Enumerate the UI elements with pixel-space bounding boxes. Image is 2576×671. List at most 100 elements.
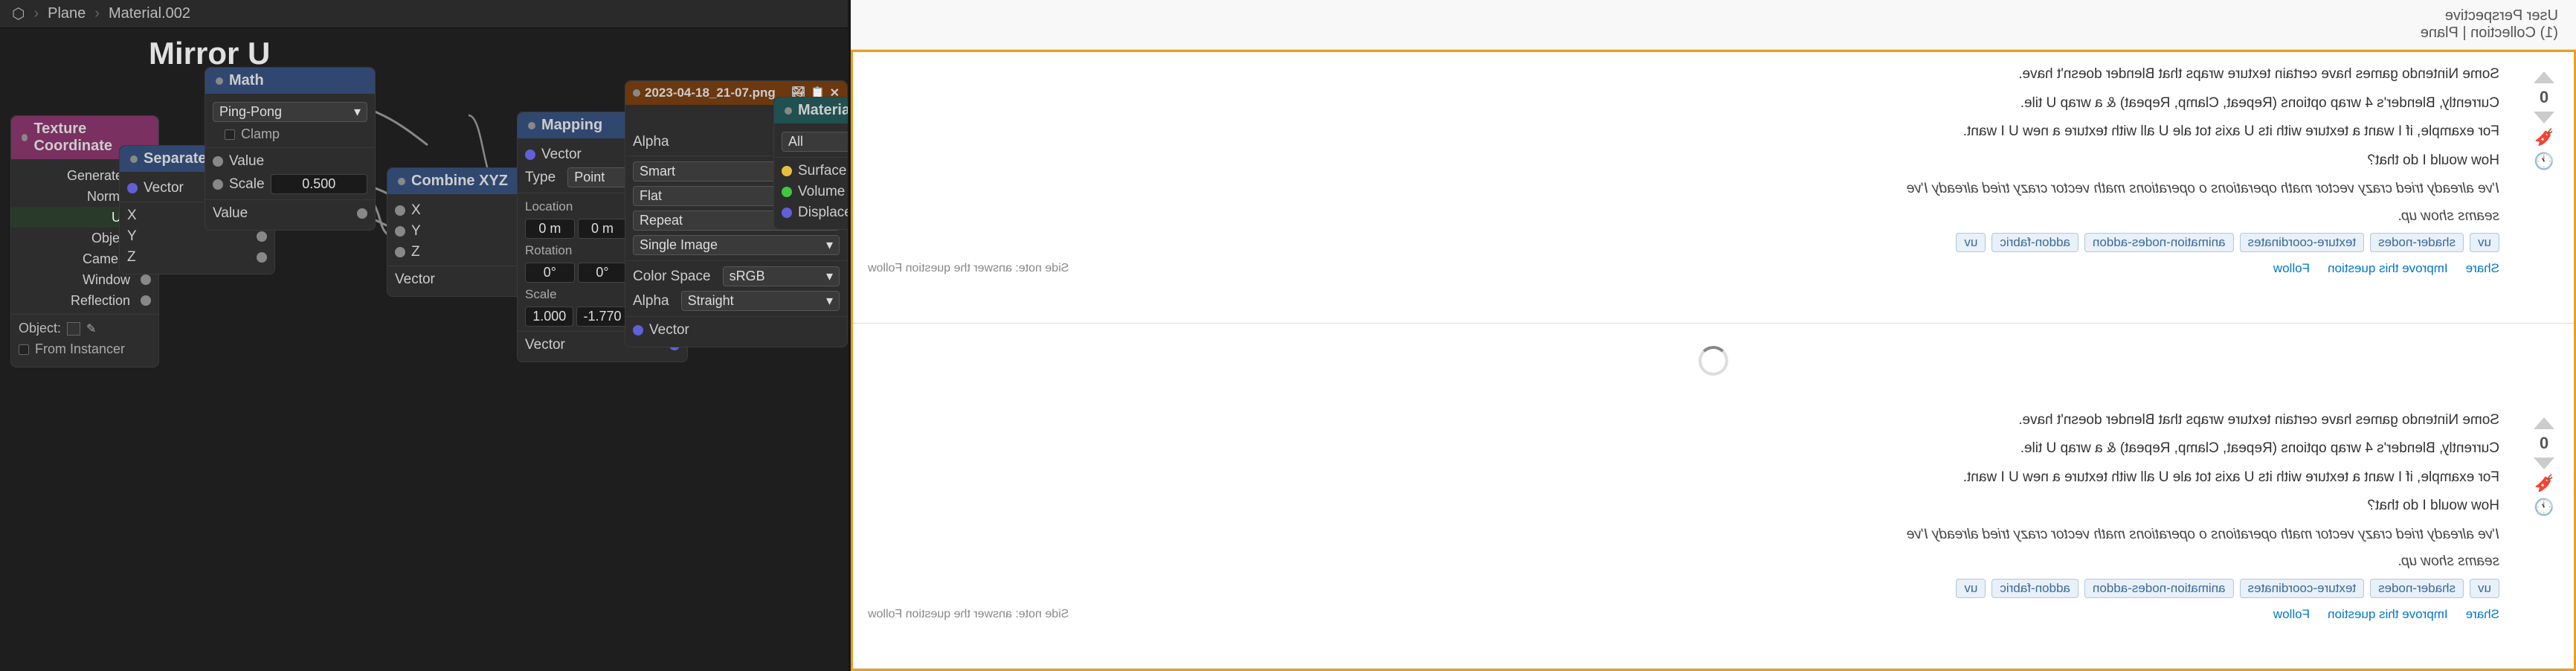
qa-side-note-2: Side note: answer the question Follow (868, 608, 1069, 621)
mapping-loc-y[interactable]: 0 m (578, 219, 628, 239)
mapping-rotation-label: Rotation (525, 243, 572, 258)
math-body: Ping-Pong ▾ Clamp Value Scale 0.500 Valu… (205, 94, 375, 230)
qa-text-1a: Some Nintendo games have certain texture… (868, 64, 2499, 86)
sep-xyz-collapse[interactable] (130, 155, 138, 163)
qa-share-2[interactable]: Share (2466, 607, 2499, 622)
tag-texcoord-1[interactable]: texture-coordinates (2240, 233, 2365, 252)
tc-window-label: Window (19, 272, 135, 288)
mapping-rot-y[interactable]: 0° (578, 263, 628, 283)
math-operation-dropdown[interactable]: Ping-Pong ▾ (213, 102, 367, 122)
mapping-collapse[interactable] (528, 122, 535, 129)
mat-out-displacement-label: Displacement (798, 205, 848, 221)
mapping-loc-x[interactable]: 0 m (525, 219, 575, 239)
tc-reflection-socket[interactable] (141, 295, 151, 306)
math-scale-socket[interactable] (213, 179, 223, 190)
tag-row-2: uv shader-nodes texture-coordinates anim… (868, 579, 2499, 598)
qa-share-1[interactable]: Share (2466, 261, 2499, 276)
tc-obj-swatch (67, 322, 80, 336)
qa-block-2: 0 🔖 🕐 Some Nintendo games have certain t… (853, 398, 2574, 670)
bookmark-icon-2[interactable]: 🔖 (2534, 474, 2554, 493)
qa-text-1c: For example, if I want a texture with it… (868, 121, 2499, 143)
tag-shader-2[interactable]: shader-nodes (2370, 579, 2464, 598)
img-tex-vector-socket[interactable] (633, 325, 643, 336)
tag-texcoord-2[interactable]: texture-coordinates (2240, 579, 2365, 598)
comb-xyz-z-label: Z (411, 244, 420, 260)
breadcrumb-plane[interactable]: Plane (48, 5, 86, 22)
comb-xyz-z-socket[interactable] (395, 247, 405, 257)
math-value-socket-in[interactable] (213, 156, 223, 167)
sep-xyz-vector-socket[interactable] (127, 183, 138, 193)
tag-uv-1[interactable]: uv (2470, 233, 2499, 252)
img-tex-collapse[interactable] (633, 89, 640, 97)
bookmark-icon-1[interactable]: 🔖 (2534, 128, 2554, 147)
qa-italic-1b: seams show up. (868, 206, 2499, 228)
math-value-out-socket[interactable] (357, 208, 367, 219)
math-clamp-checkbox[interactable] (225, 129, 235, 140)
qa-improve-2[interactable]: Improve this question (2328, 607, 2448, 622)
mat-out-collapse[interactable] (785, 107, 792, 115)
tc-obj-icon: ✎ (86, 321, 96, 336)
mat-out-surface-socket[interactable] (782, 166, 792, 176)
mapping-scale-y[interactable]: -1.770 (576, 306, 628, 327)
img-tex-alpha-dropdown[interactable]: Straight ▾ (681, 291, 840, 311)
forum-panel: User Perspective (1) Collection | Plane … (851, 0, 2576, 671)
mat-out-displacement-socket[interactable] (782, 208, 792, 218)
tc-normal-label: Normal (19, 189, 135, 205)
math-header[interactable]: Math (205, 68, 375, 94)
comb-xyz-title: Combine XYZ (411, 173, 508, 190)
breadcrumb-sep1: › (33, 5, 39, 22)
tc-camera-label: Camera (19, 251, 135, 267)
mat-out-target-dropdown[interactable]: All ▾ (782, 132, 848, 152)
math-collapse[interactable] (216, 77, 223, 85)
tag-addon-1[interactable]: addon-fabric (1991, 233, 2078, 252)
img-tex-single-label: Single Image (640, 237, 718, 253)
tag-addon-2[interactable]: addon-fabric (1991, 579, 2078, 598)
math-node[interactable]: Math Ping-Pong ▾ Clamp Value Scale 0. (205, 67, 376, 231)
vote-down-1[interactable] (2534, 112, 2554, 123)
img-tex-colorspace-dropdown[interactable]: sRGB ▾ (723, 266, 840, 286)
tag-uv2-1[interactable]: uv (1956, 233, 1986, 252)
math-scale-label: Scale (229, 176, 265, 193)
breadcrumb-material[interactable]: Material.002 (109, 5, 190, 22)
qa-text-2a: Some Nintendo games have certain texture… (868, 410, 2499, 431)
tag-anim-1[interactable]: animation-nodes-addon (2084, 233, 2234, 252)
comb-xyz-collapse[interactable] (398, 178, 405, 185)
comb-xyz-y-socket[interactable] (395, 226, 405, 237)
mat-out-target-label: All (788, 134, 803, 150)
tag-uv2-2[interactable]: uv (1956, 579, 1986, 598)
sep-xyz-vector-label: Vector (144, 180, 184, 196)
tc-collapse[interactable] (22, 134, 28, 141)
vote-up-2[interactable] (2534, 417, 2554, 429)
qa-text-1b: Currently, Blender's 4 wrap options (Rep… (868, 93, 2499, 115)
img-tex-title: 2023-04-18_21-07.png (645, 86, 776, 100)
mapping-rot-x[interactable]: 0° (525, 263, 575, 283)
math-value-out-label: Value (213, 205, 248, 222)
math-scale-value[interactable]: 0.500 (271, 174, 367, 194)
img-tex-colorspace-value: sRGB (730, 269, 765, 284)
mat-out-volume-socket[interactable] (782, 187, 792, 197)
mat-output-header[interactable]: Material Output (774, 97, 848, 123)
qa-follow-2[interactable]: Follow (2273, 607, 2310, 622)
tc-from-instancer-checkbox[interactable] (19, 344, 29, 355)
mapping-vector-socket-in[interactable] (525, 150, 535, 160)
tag-shader-1[interactable]: shader-nodes (2370, 233, 2464, 252)
breadcrumb-sep2: › (94, 5, 100, 22)
vote-down-2[interactable] (2534, 458, 2554, 469)
mapping-scale-x[interactable]: 1.000 (525, 306, 573, 327)
sep-xyz-z-socket[interactable] (257, 252, 267, 263)
comb-xyz-x-socket[interactable] (395, 205, 405, 216)
tag-uv-2[interactable]: uv (2470, 579, 2499, 598)
history-icon-2[interactable]: 🕐 (2534, 498, 2554, 517)
material-output-node[interactable]: Material Output All ▾ Surface Volume Dis… (773, 97, 848, 230)
tc-from-instancer-label: From Instancer (35, 341, 125, 357)
img-tex-single-dropdown[interactable]: Single Image ▾ (633, 235, 840, 255)
vote-up-1[interactable] (2534, 71, 2554, 83)
tag-anim-2[interactable]: animation-nodes-addon (2084, 579, 2234, 598)
tc-window-socket[interactable] (141, 274, 151, 285)
qa-side-note-1: Side note: answer the question Follow (868, 262, 1069, 275)
history-icon-1[interactable]: 🕐 (2534, 152, 2554, 171)
img-tex-single: Single Image ▾ (625, 233, 847, 257)
qa-improve-1[interactable]: Improve this question (2328, 261, 2448, 276)
sep-xyz-y-socket[interactable] (257, 231, 267, 242)
qa-follow-1[interactable]: Follow (2273, 261, 2310, 276)
